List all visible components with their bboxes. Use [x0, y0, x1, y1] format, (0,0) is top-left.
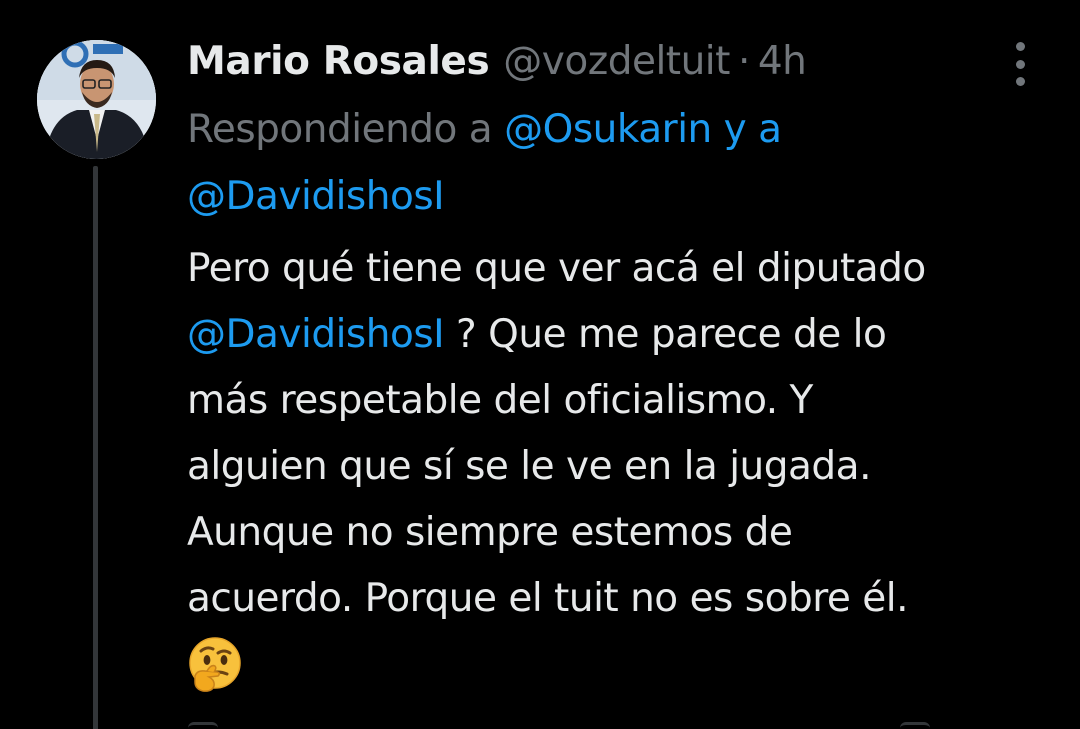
author-handle[interactable]: @vozdeltuit [503, 34, 730, 90]
tweet-text-line: Aunque no siempre estemos de [187, 510, 793, 555]
replying-joiner[interactable]: y a [724, 107, 782, 152]
tweet-text-line: @DavidishosI ? Que me parece de lo [187, 302, 1072, 368]
action-icon-partial[interactable] [900, 722, 930, 729]
tweet-container: Mario Rosales @vozdeltuit · 4h Respondie… [0, 0, 1080, 729]
thinking-face-icon [187, 636, 243, 694]
timestamp[interactable]: 4h [758, 34, 807, 90]
avatar[interactable] [37, 40, 156, 159]
replying-prefix: Respondiendo a [187, 107, 493, 152]
emoji-line [187, 632, 1072, 698]
tweet-text-line: acuerdo. Porque el tuit no es sobre él. [187, 576, 909, 621]
body-mention-davidishos[interactable]: @DavidishosI [187, 312, 445, 357]
tweet-text-line: más respetable del oficialismo. Y [187, 378, 813, 423]
tweet-text-line: Pero qué tiene que ver acá el diputado [187, 246, 926, 291]
more-dot [1015, 42, 1025, 51]
more-dot [1015, 59, 1025, 69]
author-name[interactable]: Mario Rosales [187, 34, 490, 90]
replying-mention-osukarin[interactable]: @Osukarin [504, 107, 712, 152]
more-dot [1015, 77, 1025, 86]
tweet-header: Mario Rosales @vozdeltuit · 4h [187, 34, 807, 90]
separator-dot: · [737, 39, 750, 84]
replying-mention-davidishos[interactable]: @DavidishosI [187, 174, 445, 219]
replying-to: Respondiendo a @Osukarin y a @Davidishos… [187, 96, 1047, 230]
thread-line [93, 166, 98, 729]
tweet-body: Pero qué tiene que ver acá el diputado @… [187, 236, 1072, 698]
tweet-text-fragment: ? Que me parece de lo [444, 312, 887, 357]
more-options-icon[interactable] [1006, 42, 1034, 86]
action-icon-partial[interactable] [188, 722, 218, 729]
avatar-image [37, 40, 156, 159]
tweet-text-line: alguien que sí se le ve en la jugada. [187, 444, 871, 489]
